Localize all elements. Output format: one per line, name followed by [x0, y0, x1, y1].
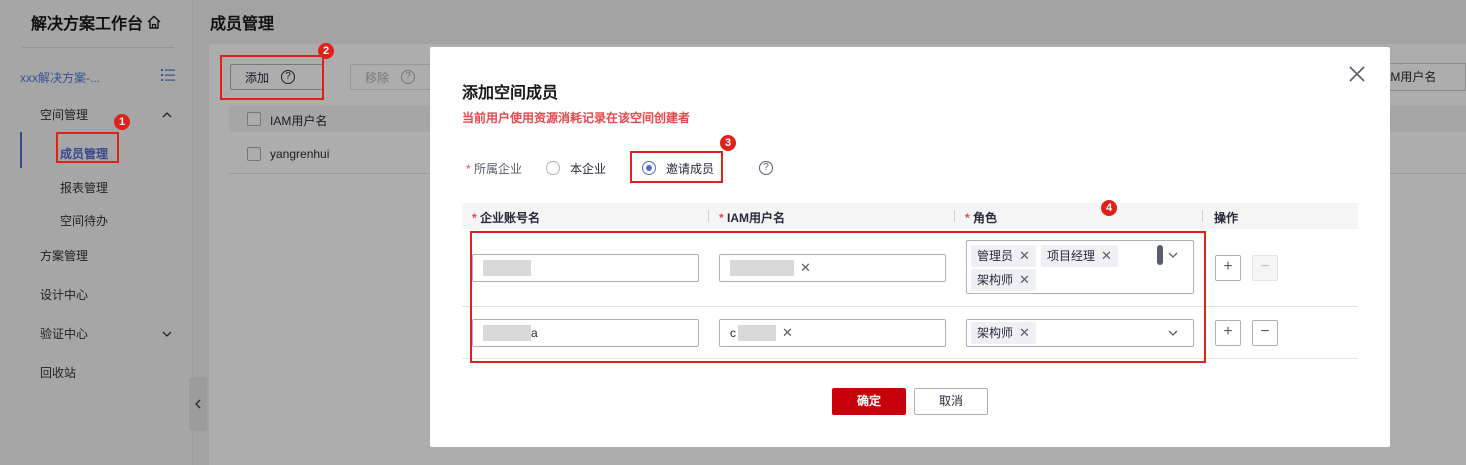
radio-own-enterprise[interactable] — [546, 161, 560, 175]
radio-own-enterprise-label[interactable]: 本企业 — [570, 160, 606, 177]
close-icon[interactable] — [1348, 65, 1366, 83]
column-header-role: * 角色 — [965, 211, 998, 225]
annotation-box — [56, 132, 119, 163]
required-mark: * — [466, 162, 471, 176]
field-label-enterprise: * 所属企业 — [466, 160, 522, 177]
help-icon[interactable]: ? — [759, 161, 773, 175]
column-header-actions: 操作 — [1214, 211, 1239, 225]
annotation-box — [220, 55, 324, 100]
remove-row-button[interactable]: − — [1252, 255, 1278, 281]
annotation-badge: 2 — [318, 43, 334, 59]
annotation-badge: 1 — [114, 114, 130, 130]
dialog-title: 添加空间成员 — [462, 85, 559, 102]
confirm-button[interactable]: 确定 — [832, 388, 906, 415]
annotation-box — [470, 231, 1206, 363]
column-header-iam-username: * IAM用户名 — [719, 211, 786, 225]
remove-row-button[interactable]: − — [1252, 320, 1278, 346]
cancel-button[interactable]: 取消 — [914, 388, 988, 415]
field-label-text: 所属企业 — [474, 162, 523, 176]
column-header-account: * 企业账号名 — [472, 211, 541, 225]
annotation-badge: 4 — [1101, 200, 1117, 216]
add-row-button[interactable]: + — [1215, 255, 1241, 281]
member-table-header: * 企业账号名 * IAM用户名 * 角色 操作 — [462, 203, 1358, 229]
annotation-badge: 3 — [720, 135, 736, 151]
add-row-button[interactable]: + — [1215, 320, 1241, 346]
dialog-warning: 当前用户使用资源消耗记录在该空间创建者 — [462, 111, 691, 125]
annotation-box — [630, 151, 723, 183]
